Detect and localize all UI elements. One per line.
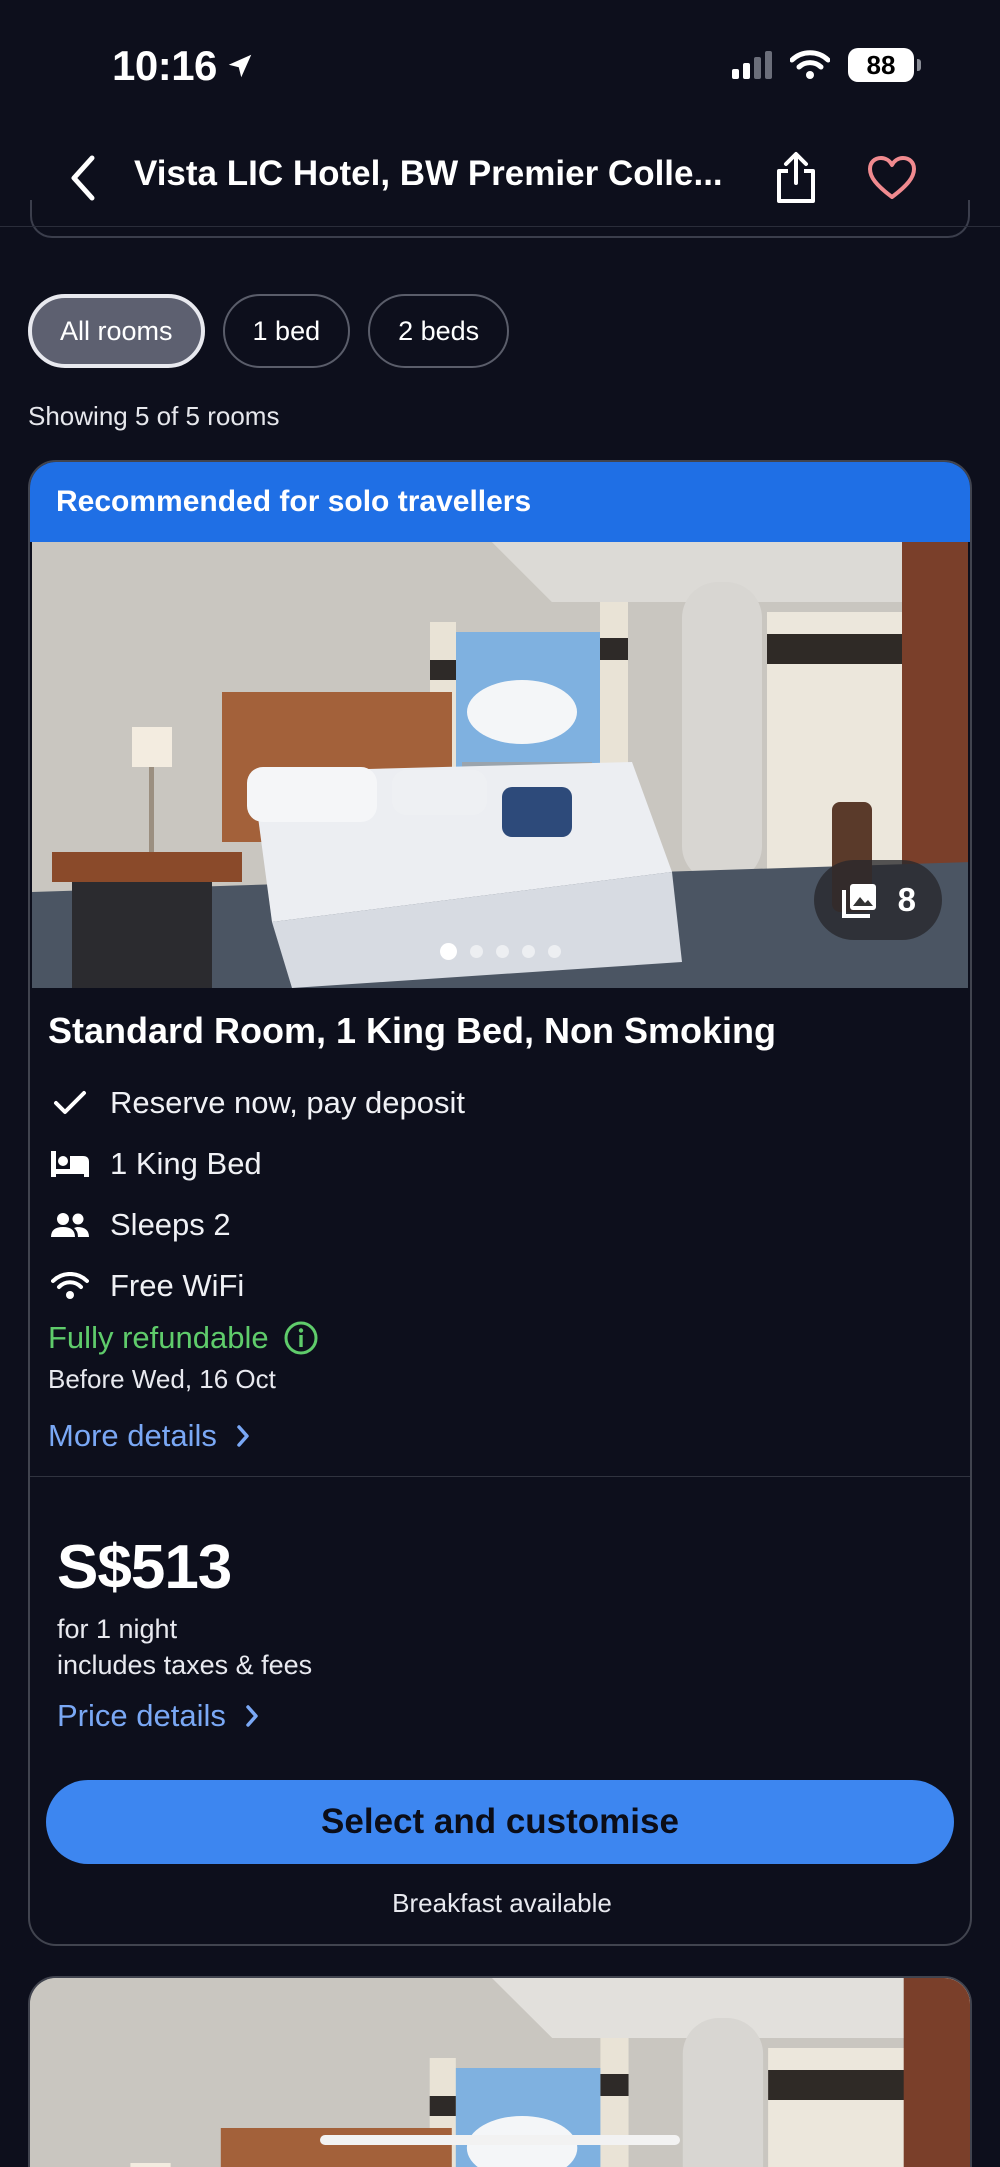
- feature-wifi: Free WiFi: [48, 1255, 465, 1316]
- filter-chip-2-beds[interactable]: 2 beds: [368, 294, 510, 368]
- carousel-dot[interactable]: [495, 945, 509, 958]
- back-button[interactable]: [58, 150, 108, 206]
- hotel-title: Vista LIC Hotel, BW Premier Colle...: [134, 154, 723, 193]
- check-icon: [48, 1083, 92, 1123]
- breakfast-note: Breakfast available: [392, 1888, 612, 1918]
- room-filter-chips: All rooms 1 bed 2 beds: [28, 294, 510, 368]
- home-indicator[interactable]: [320, 2135, 680, 2145]
- filter-chip-all-rooms[interactable]: All rooms: [28, 294, 205, 368]
- location-arrow-icon: [228, 54, 252, 78]
- feature-sleeps: Sleeps 2: [48, 1194, 465, 1255]
- carousel-dot[interactable]: [469, 945, 483, 958]
- bed-icon: [48, 1144, 92, 1184]
- recommended-banner: Recommended for solo travellers: [30, 462, 970, 542]
- info-icon[interactable]: [283, 1320, 319, 1356]
- wifi-icon: [48, 1266, 92, 1306]
- heart-icon: [868, 156, 916, 199]
- carousel-dot-active[interactable]: [439, 943, 457, 960]
- room-features: Reserve now, pay deposit 1 King Bed Slee…: [48, 1072, 465, 1316]
- refund-status: Fully refundable: [48, 1320, 319, 1356]
- chevron-right-icon: [237, 1425, 249, 1447]
- previous-card-edge: [30, 200, 970, 238]
- carousel-dot[interactable]: [521, 945, 535, 958]
- feature-label: Free WiFi: [110, 1267, 245, 1303]
- price-night-label: for 1 night: [57, 1614, 178, 1644]
- feature-reserve: Reserve now, pay deposit: [48, 1072, 465, 1133]
- photo-gallery-button[interactable]: 8: [813, 860, 942, 940]
- refund-deadline: Before Wed, 16 Oct: [48, 1364, 276, 1394]
- filter-chip-1-bed[interactable]: 1 bed: [222, 294, 351, 368]
- status-bar: 10:16 88: [0, 0, 1000, 130]
- price-taxes-label: includes taxes & fees: [57, 1650, 313, 1680]
- photo-count: 8: [897, 881, 916, 918]
- chevron-right-icon: [246, 1705, 258, 1727]
- more-details-label: More details: [48, 1418, 217, 1453]
- refund-label: Fully refundable: [48, 1320, 269, 1355]
- select-and-customise-button[interactable]: Select and customise: [46, 1780, 954, 1864]
- more-details-link[interactable]: More details: [48, 1418, 251, 1454]
- feature-label: Sleeps 2: [110, 1206, 231, 1242]
- price-details-link[interactable]: Price details: [57, 1698, 260, 1734]
- favorite-button[interactable]: [864, 152, 920, 204]
- battery-indicator: 88: [848, 48, 921, 82]
- status-time-text: 10:16: [112, 42, 217, 89]
- photo-library-icon: [841, 884, 876, 918]
- header-divider: [0, 226, 1000, 227]
- carousel-dots: [32, 943, 968, 960]
- feature-label: Reserve now, pay deposit: [110, 1084, 465, 1120]
- room-card: Recommended for solo travellers 8 Standa…: [28, 460, 972, 1946]
- price-details-label: Price details: [57, 1698, 226, 1733]
- feature-bed: 1 King Bed: [48, 1133, 465, 1194]
- share-icon: [777, 152, 815, 203]
- chevron-left-icon: [71, 155, 95, 201]
- room-price: S$513: [57, 1533, 232, 1602]
- share-button[interactable]: [770, 148, 822, 208]
- cellular-signal-icon: [732, 51, 772, 79]
- wifi-status-icon: [790, 50, 830, 79]
- card-divider: [30, 1476, 970, 1477]
- rooms-count-text: Showing 5 of 5 rooms: [28, 401, 280, 431]
- room-photo[interactable]: 8: [32, 542, 968, 988]
- carousel-dot[interactable]: [547, 945, 561, 958]
- feature-label: 1 King Bed: [110, 1145, 262, 1181]
- room-name: Standard Room, 1 King Bed, Non Smoking: [48, 1010, 777, 1051]
- status-indicators: 88: [732, 48, 921, 82]
- people-icon: [48, 1205, 92, 1245]
- status-time: 10:16: [112, 42, 255, 90]
